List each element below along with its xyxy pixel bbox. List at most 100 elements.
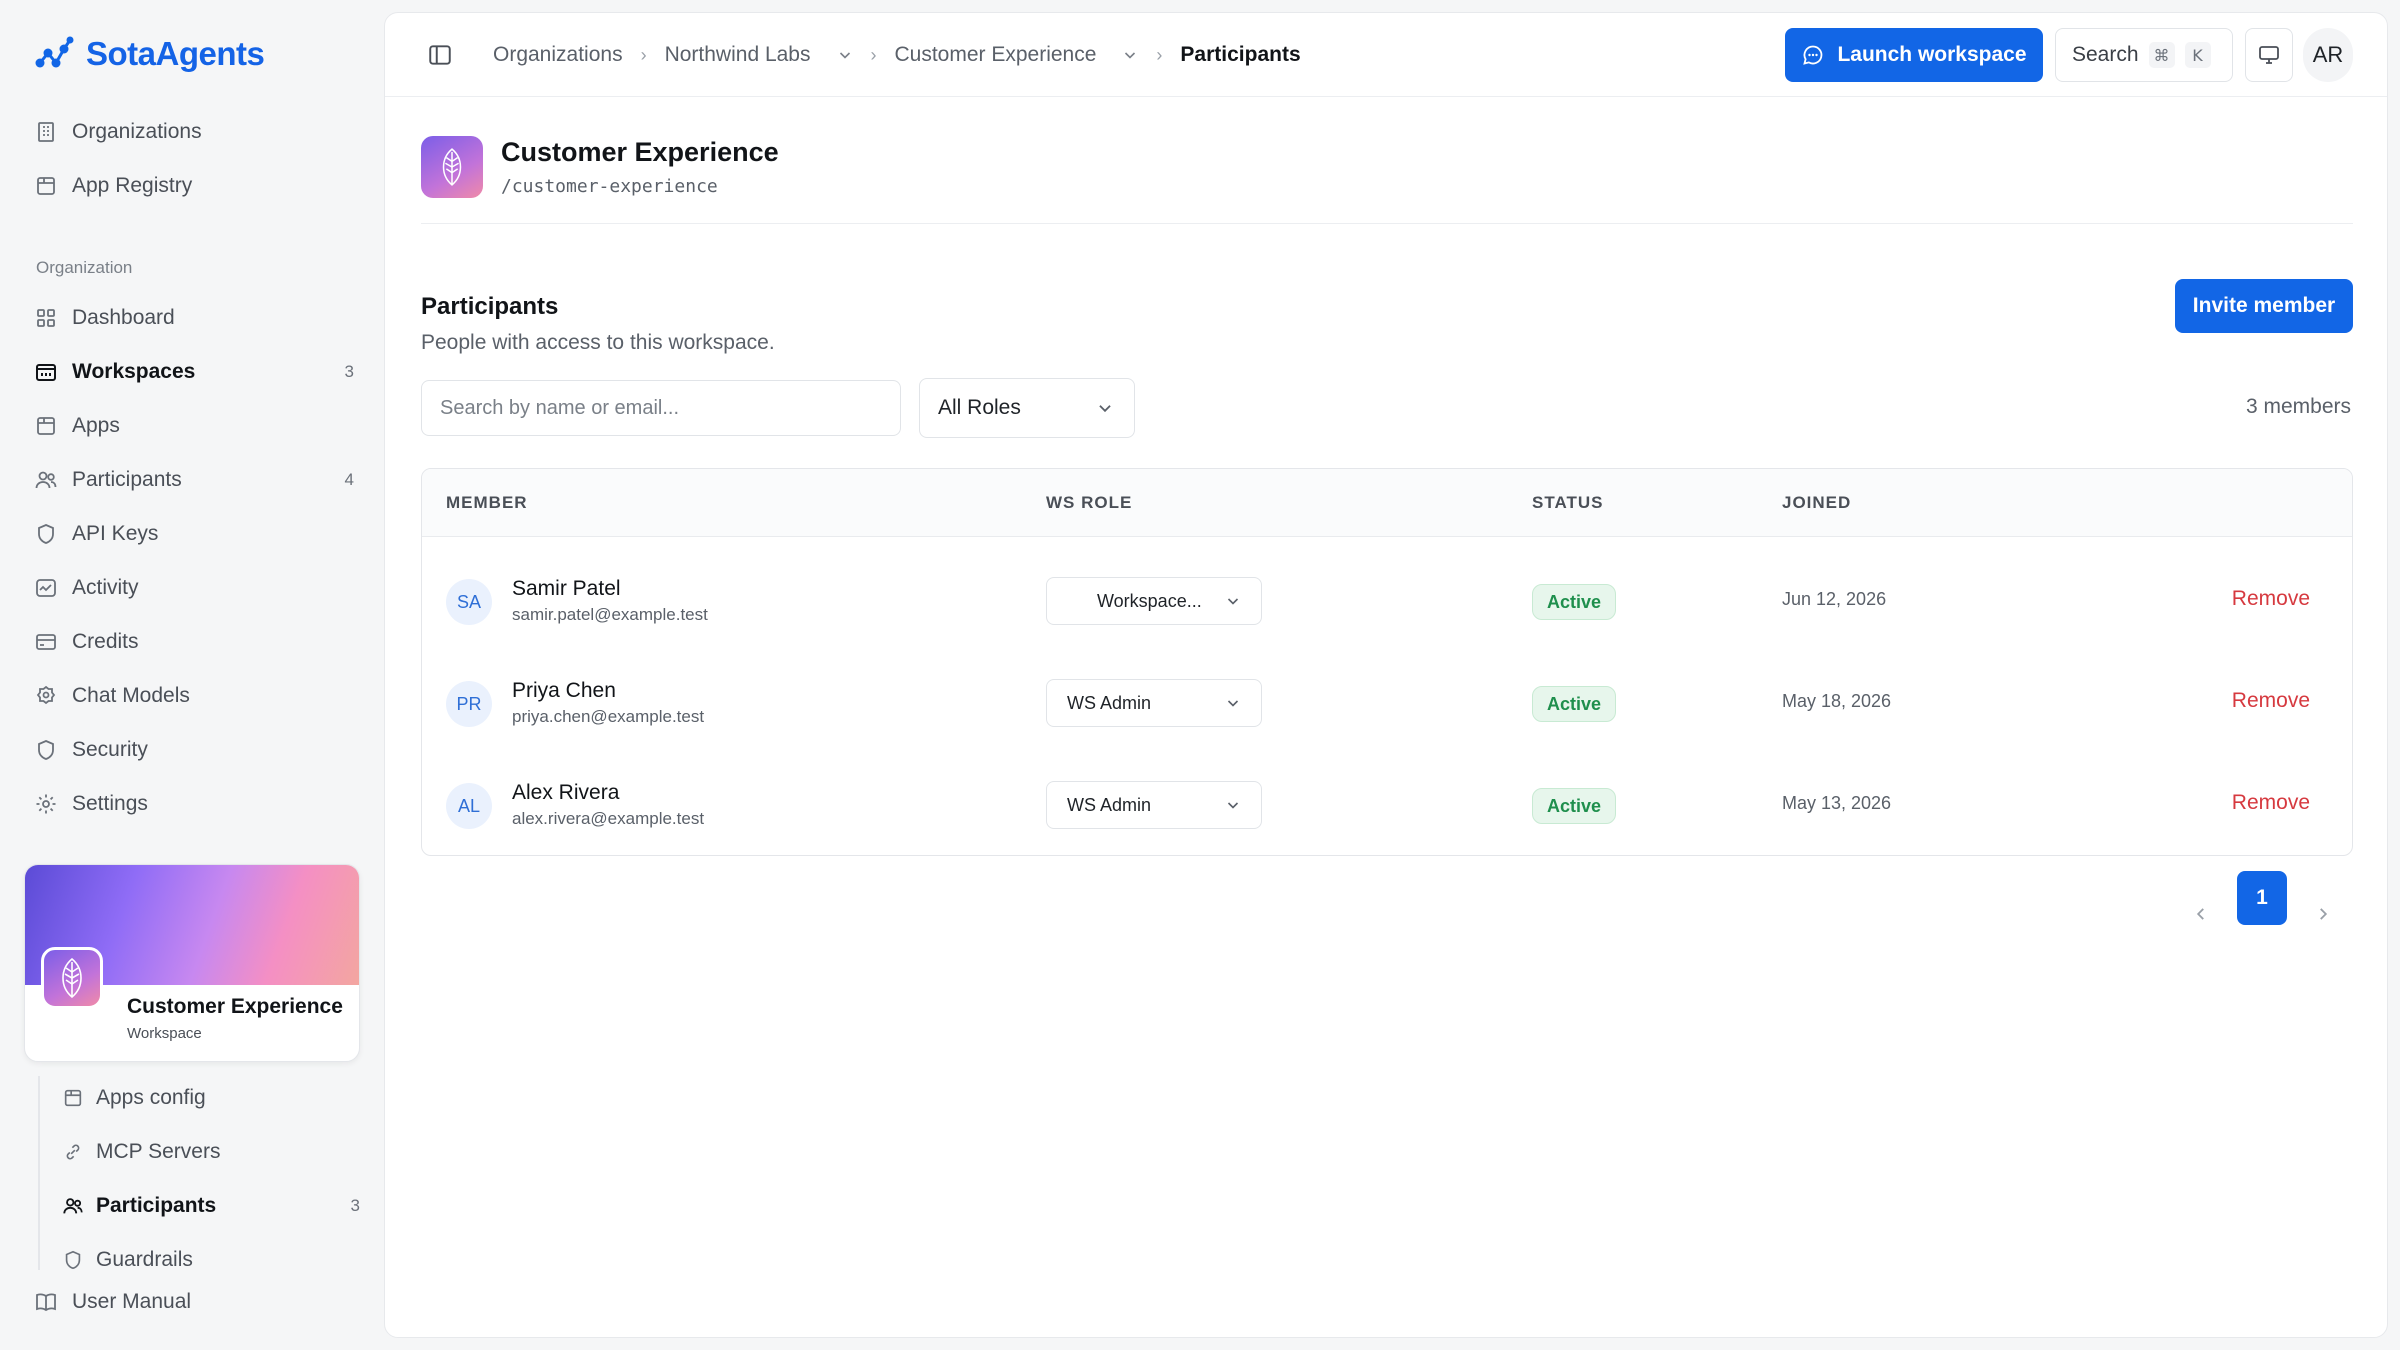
role-select[interactable]: Workspace... [1046, 577, 1262, 625]
column-header-member: MEMBER [446, 493, 528, 512]
role-select[interactable]: WS Admin [1046, 781, 1262, 829]
kbd-k: K [2184, 42, 2211, 68]
sidebar: SotaAgents Organizations App Registry Or… [0, 0, 383, 1350]
package-icon [64, 1089, 82, 1107]
invite-member-button[interactable]: Invite member [2175, 279, 2353, 333]
launch-workspace-button[interactable]: Launch workspace [1785, 28, 2043, 82]
launch-workspace-label: Launch workspace [1837, 43, 2027, 66]
global-search-button[interactable]: Search ⌘ K [2055, 28, 2233, 82]
chevron-down-icon [1227, 700, 1239, 707]
breadcrumb-workspace[interactable]: Customer Experience [895, 43, 1097, 67]
sidebar-item-settings[interactable]: Settings [34, 782, 354, 826]
sidebar-item-organizations[interactable]: Organizations [34, 110, 354, 154]
workspace-card[interactable]: Customer Experience Workspace [24, 864, 360, 1062]
role-value: Workspace... [1097, 590, 1202, 611]
sub-item-label: Participants [96, 1194, 217, 1217]
chevron-right-icon [2320, 908, 2328, 920]
member-email: alex.rivera@example.test [512, 809, 705, 828]
sidebar-item-label: API Keys [72, 522, 159, 545]
sidebar-item-label: Organizations [72, 120, 202, 143]
remove-member-button[interactable]: Remove [2232, 587, 2310, 611]
member-email: priya.chen@example.test [512, 707, 705, 726]
joined-date: May 13, 2026 [1782, 793, 1892, 813]
model-icon [36, 685, 56, 705]
user-avatar[interactable]: AR [2303, 28, 2353, 82]
display-button[interactable] [2245, 28, 2293, 82]
chevron-down-icon[interactable] [1122, 47, 1138, 63]
member-avatar: AL [446, 783, 492, 829]
remove-member-button[interactable]: Remove [2232, 689, 2310, 713]
members-table: MEMBER WS ROLE STATUS JOINED SA Samir Pa… [421, 468, 2353, 856]
sidebar-toggle-icon[interactable] [427, 42, 453, 68]
chevron-down-icon[interactable] [837, 47, 853, 63]
sidebar-item-count: 3 [344, 362, 354, 381]
users-icon [63, 1198, 83, 1214]
sidebar-item-label: Settings [72, 792, 148, 815]
package-icon [37, 417, 55, 435]
pagination-page-button[interactable]: 1 [2237, 871, 2287, 925]
chevron-down-icon [1227, 598, 1239, 605]
nav-section-label: Organization [36, 258, 133, 277]
sub-item-apps-config[interactable]: Apps config [62, 1076, 360, 1120]
role-select[interactable]: WS Admin [1046, 679, 1262, 727]
member-name: Samir Patel [512, 577, 621, 600]
workspace-avatar [41, 947, 103, 1009]
column-header-role: WS ROLE [1046, 493, 1133, 512]
sub-item-participants[interactable]: Participants 3 [62, 1184, 360, 1228]
shield-icon [65, 1250, 81, 1270]
monitor-icon [2259, 46, 2279, 64]
sidebar-item-apps[interactable]: Apps [34, 404, 354, 448]
column-header-joined: JOINED [1782, 493, 1852, 512]
sidebar-item-participants[interactable]: Participants 4 [34, 458, 354, 502]
sidebar-item-label: Apps [72, 414, 120, 437]
workspace-card-type: Workspace [127, 1025, 202, 1042]
sidebar-item-workspaces[interactable]: Workspaces 3 [34, 350, 354, 394]
sub-item-label: Guardrails [96, 1248, 193, 1270]
breadcrumb-organization[interactable]: Northwind Labs [665, 43, 811, 67]
member-search-input[interactable] [421, 380, 901, 436]
sidebar-item-credits[interactable]: Credits [34, 620, 354, 664]
sub-item-mcp-servers[interactable]: MCP Servers [62, 1130, 360, 1174]
sidebar-item-security[interactable]: Security [34, 728, 354, 772]
pagination-prev-button[interactable] [2181, 887, 2221, 941]
remove-member-button[interactable]: Remove [2232, 791, 2310, 815]
pagination-next-button[interactable] [2303, 887, 2343, 941]
grid-icon [37, 309, 55, 327]
topbar: Organizations › Northwind Labs › Custome… [385, 13, 2387, 97]
sub-item-guardrails[interactable]: Guardrails [62, 1238, 360, 1270]
leaf-icon [62, 957, 82, 999]
role-value: WS Admin [1067, 794, 1152, 815]
member-email: samir.patel@example.test [512, 605, 708, 624]
section-title: Participants [421, 293, 559, 320]
link-icon [66, 1144, 80, 1160]
sidebar-item-activity[interactable]: Activity [34, 566, 354, 610]
leaf-icon [442, 148, 462, 186]
sidebar-item-app-registry[interactable]: App Registry [34, 164, 354, 208]
sidebar-item-label: App Registry [72, 174, 193, 197]
member-name: Alex Rivera [512, 781, 620, 804]
sidebar-item-api-keys[interactable]: API Keys [34, 512, 354, 556]
workspace-avatar [421, 136, 483, 198]
sub-item-label: Apps config [96, 1086, 206, 1109]
breadcrumb-current: Participants [1180, 43, 1301, 66]
chevron-right-icon: › [870, 44, 877, 65]
sidebar-item-label: Chat Models [72, 684, 190, 707]
sub-item-count: 3 [350, 1196, 360, 1215]
breadcrumb-organizations[interactable]: Organizations [493, 43, 623, 67]
building-icon [38, 122, 54, 142]
workspace-card-name: Customer Experience [127, 995, 343, 1018]
sidebar-item-chat-models[interactable]: Chat Models [34, 674, 354, 718]
role-filter-select[interactable]: All Roles [919, 378, 1135, 438]
main-panel: Organizations › Northwind Labs › Custome… [384, 12, 2388, 1338]
brand-logo[interactable]: SotaAgents [34, 32, 265, 76]
breadcrumb: Organizations › Northwind Labs › Custome… [493, 13, 1301, 97]
sub-item-label: MCP Servers [96, 1140, 221, 1163]
member-count: 3 members [2245, 395, 2351, 418]
logo-icon [35, 36, 74, 68]
book-icon [36, 1293, 56, 1312]
member-avatar: PR [446, 681, 492, 727]
sidebar-item-dashboard[interactable]: Dashboard [34, 296, 354, 340]
role-value: WS Admin [1067, 692, 1152, 713]
user-manual-link[interactable]: User Manual [34, 1280, 191, 1324]
app-root: SotaAgents Organizations App Registry Or… [0, 0, 2400, 1350]
